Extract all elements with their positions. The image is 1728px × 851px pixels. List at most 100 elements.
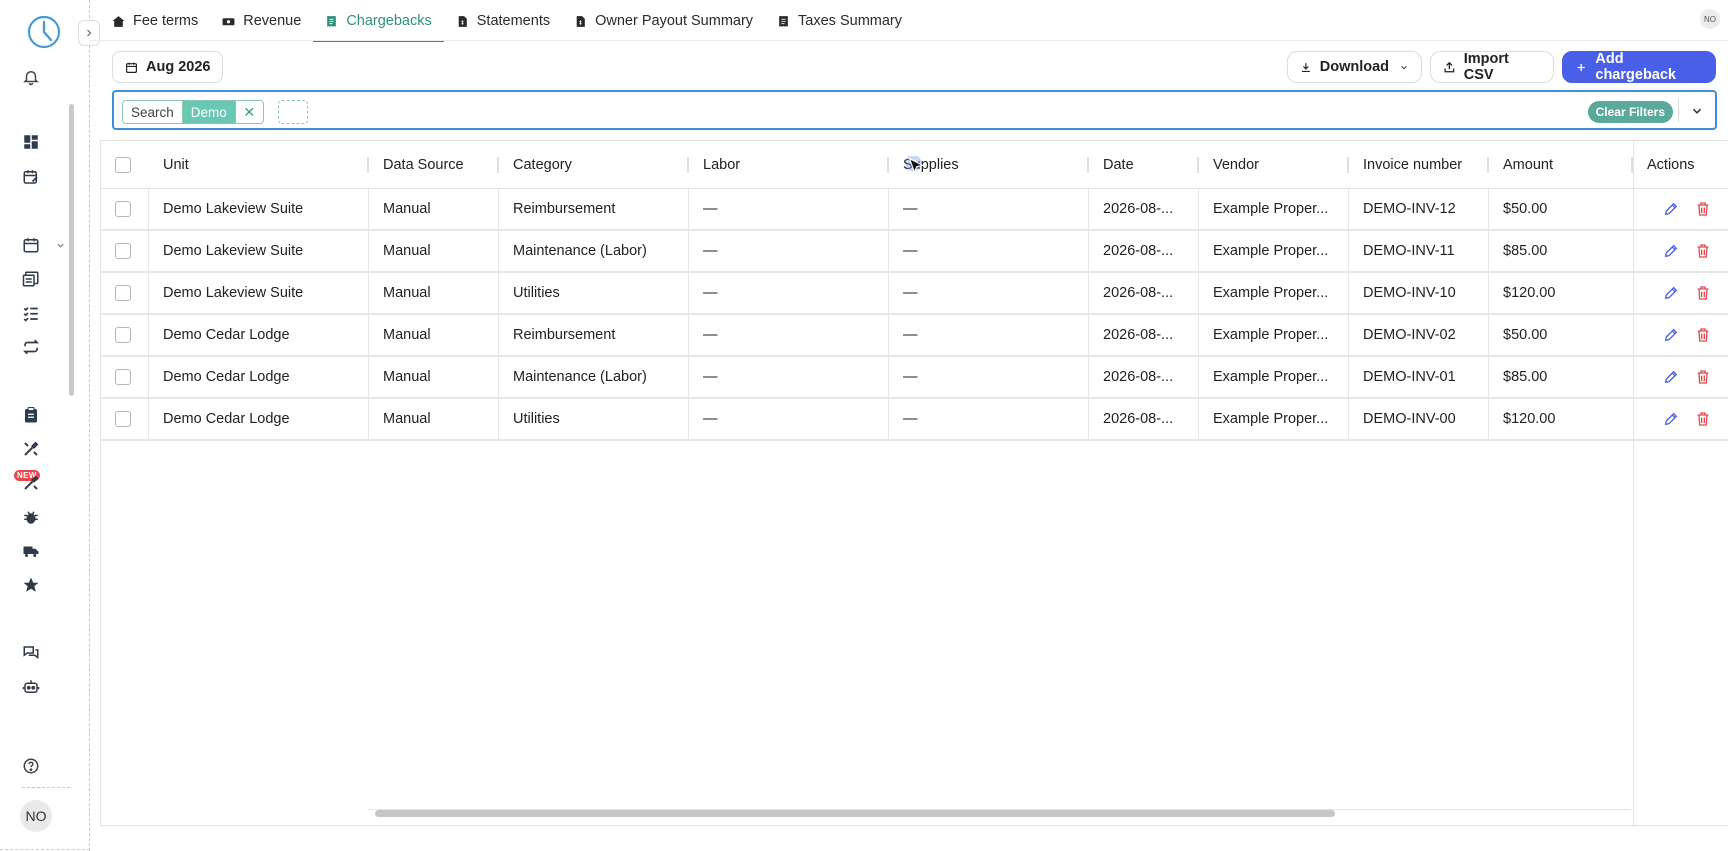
- avatar[interactable]: NO: [20, 800, 52, 832]
- column-header-vendor[interactable]: Vendor: [1199, 141, 1349, 189]
- trash-icon[interactable]: [1695, 369, 1711, 385]
- tab-statements[interactable]: Statements: [444, 0, 562, 42]
- table-row[interactable]: Demo Lakeview Suite Manual Utilities — — 2026…: [101, 273, 1728, 315]
- calendar-edit-icon[interactable]: [20, 166, 42, 188]
- sidebar-scrollbar[interactable]: [69, 104, 74, 396]
- clear-filters-button[interactable]: Clear Filters: [1587, 101, 1673, 123]
- tab-revenue[interactable]: Revenue: [210, 0, 313, 42]
- column-header-actions[interactable]: Actions: [1633, 141, 1728, 189]
- chevron-down-icon: [1401, 65, 1407, 69]
- column-header-unit[interactable]: Unit: [149, 141, 369, 189]
- cell-amount: $85.00: [1503, 369, 1548, 385]
- row-checkbox[interactable]: [115, 243, 131, 259]
- cell-supplies: —: [903, 411, 918, 427]
- edit-pencil-icon[interactable]: [1663, 369, 1679, 385]
- table-row[interactable]: Demo Lakeview Suite Manual Reimbursement — —…: [101, 189, 1728, 231]
- clipboard-icon[interactable]: [20, 404, 42, 426]
- filter-bar[interactable]: Search Demo ✕ Clear Filters: [112, 90, 1717, 130]
- help-icon[interactable]: [20, 755, 42, 777]
- tools-icon[interactable]: [20, 438, 42, 460]
- plus-icon: [1577, 63, 1585, 71]
- star-icon[interactable]: [20, 574, 42, 596]
- import-csv-button[interactable]: Import CSV: [1430, 51, 1554, 83]
- trash-icon[interactable]: [1695, 243, 1711, 259]
- bell-icon[interactable]: [20, 66, 42, 88]
- trash-icon[interactable]: [1695, 327, 1711, 343]
- import-csv-label: Import CSV: [1463, 51, 1509, 83]
- row-checkbox[interactable]: [115, 201, 131, 217]
- sidebar: NEW NO: [0, 0, 90, 851]
- column-header-invoice-number[interactable]: Invoice number: [1349, 141, 1489, 189]
- close-icon[interactable]: ✕: [234, 101, 263, 123]
- edit-pencil-icon[interactable]: [1663, 285, 1679, 301]
- table-row[interactable]: Demo Cedar Lodge Manual Utilities — — 2026-08…: [101, 399, 1728, 441]
- column-header-labor[interactable]: Labor: [689, 141, 889, 189]
- upload-icon: [1444, 61, 1455, 72]
- money-bill-icon: [222, 17, 235, 25]
- row-checkbox[interactable]: [115, 327, 131, 343]
- add-chargeback-label: Add chargeback: [1595, 51, 1676, 83]
- tab-fee-terms[interactable]: Fee terms: [100, 0, 210, 42]
- chat-icon[interactable]: [20, 642, 42, 664]
- column-header-label: Data Source: [383, 157, 464, 173]
- row-actions: [1663, 273, 1711, 313]
- cell-supplies: —: [903, 201, 918, 217]
- trash-icon[interactable]: [1695, 285, 1711, 301]
- table-row[interactable]: Demo Cedar Lodge Manual Maintenance (Labor…: [101, 357, 1728, 399]
- bug-icon[interactable]: [20, 506, 42, 528]
- file-dollar-icon: [576, 15, 585, 27]
- add-filter-placeholder[interactable]: [278, 100, 308, 124]
- edit-pencil-icon[interactable]: [1663, 411, 1679, 427]
- column-header-data-source[interactable]: Data Source: [369, 141, 499, 189]
- edit-pencil-icon[interactable]: [1663, 201, 1679, 217]
- tab-label: Fee terms: [133, 13, 199, 29]
- row-checkbox-cell: [101, 189, 149, 229]
- horizontal-scrollbar[interactable]: [375, 810, 1335, 817]
- table-row[interactable]: Demo Lakeview Suite Manual Maintenance (La…: [101, 231, 1728, 273]
- column-header-date[interactable]: Date: [1089, 141, 1199, 189]
- trash-icon[interactable]: [1695, 201, 1711, 217]
- cell-unit: Demo Cedar Lodge: [163, 327, 290, 343]
- cell-vendor: Example Proper...: [1213, 411, 1329, 427]
- user-menu-avatar[interactable]: NO: [1700, 9, 1720, 29]
- cell-amount: $120.00: [1503, 411, 1556, 427]
- filter-chip[interactable]: Search Demo ✕: [122, 100, 264, 124]
- row-checkbox[interactable]: [115, 369, 131, 385]
- select-all-checkbox[interactable]: [115, 157, 131, 173]
- truck-icon[interactable]: [20, 540, 42, 562]
- tab-taxes-summary[interactable]: Taxes Summary: [765, 0, 914, 42]
- cell-category: Maintenance (Labor): [513, 243, 647, 259]
- row-checkbox[interactable]: [115, 411, 131, 427]
- table-row[interactable]: Demo Cedar Lodge Manual Reimbursement — — 202…: [101, 315, 1728, 357]
- calendar-list-icon[interactable]: [20, 268, 42, 290]
- dashboard-icon[interactable]: [20, 131, 42, 153]
- tab-chargebacks[interactable]: Chargebacks: [313, 0, 445, 42]
- row-checkbox[interactable]: [115, 285, 131, 301]
- clock-logo-icon[interactable]: [26, 14, 62, 50]
- cell-data-source: Manual: [383, 369, 431, 385]
- download-button[interactable]: Download: [1287, 51, 1422, 83]
- chevron-down-icon[interactable]: [1687, 101, 1707, 121]
- tools-new-icon[interactable]: [20, 472, 42, 494]
- repeat-icon[interactable]: [20, 336, 42, 358]
- cell-invoice-number: DEMO-INV-10: [1363, 285, 1456, 301]
- month-picker-button[interactable]: Aug 2026: [112, 51, 224, 83]
- robot-icon[interactable]: [20, 676, 42, 698]
- cell-supplies: —: [903, 285, 918, 301]
- cell-labor: —: [703, 411, 718, 427]
- row-actions: [1663, 399, 1711, 439]
- trash-icon[interactable]: [1695, 411, 1711, 427]
- column-header-category[interactable]: Category: [499, 141, 689, 189]
- column-header-amount[interactable]: Amount: [1489, 141, 1633, 189]
- calendar-icon[interactable]: [20, 234, 42, 256]
- edit-pencil-icon[interactable]: [1663, 327, 1679, 343]
- add-chargeback-button[interactable]: Add chargeback: [1562, 51, 1716, 83]
- chevron-down-icon[interactable]: [52, 234, 68, 256]
- cell-labor: —: [703, 285, 718, 301]
- cell-invoice-number: DEMO-INV-01: [1363, 369, 1456, 385]
- checklist-icon[interactable]: [20, 302, 42, 324]
- expand-sidebar-button[interactable]: [78, 20, 100, 46]
- cell-category: Utilities: [513, 411, 560, 427]
- edit-pencil-icon[interactable]: [1663, 243, 1679, 259]
- tab-owner-payout-summary[interactable]: Owner Payout Summary: [562, 0, 765, 42]
